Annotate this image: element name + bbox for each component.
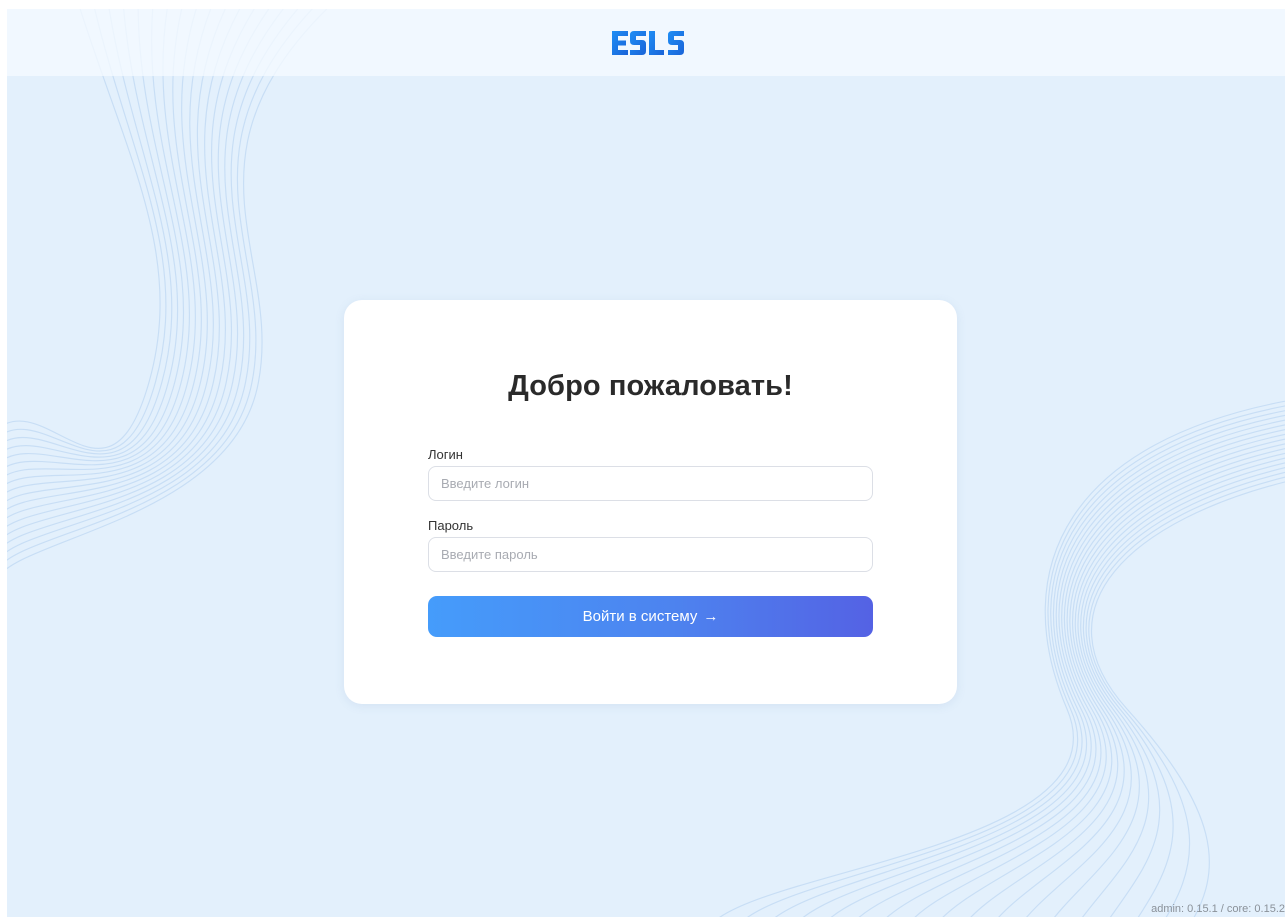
welcome-title: Добро пожаловать! <box>508 370 793 402</box>
esls-logo[interactable] <box>610 27 690 59</box>
password-label: Пароль <box>428 518 474 533</box>
login-label: Логин <box>428 447 463 462</box>
version-info: admin: 0.15.1 / core: 0.15.2 <box>1151 903 1285 915</box>
top-header <box>7 9 1285 76</box>
submit-button-label: Войти в систему <box>582 608 698 625</box>
login-input[interactable] <box>428 466 873 501</box>
password-input[interactable] <box>428 537 873 572</box>
login-card: Добро пожаловать! Логин Пароль Войти в с… <box>344 300 957 704</box>
login-page: Добро пожаловать! Логин Пароль Войти в с… <box>7 9 1285 917</box>
login-submit-button[interactable]: Войти в систему → <box>428 596 873 637</box>
arrow-right-icon: → <box>703 608 719 625</box>
